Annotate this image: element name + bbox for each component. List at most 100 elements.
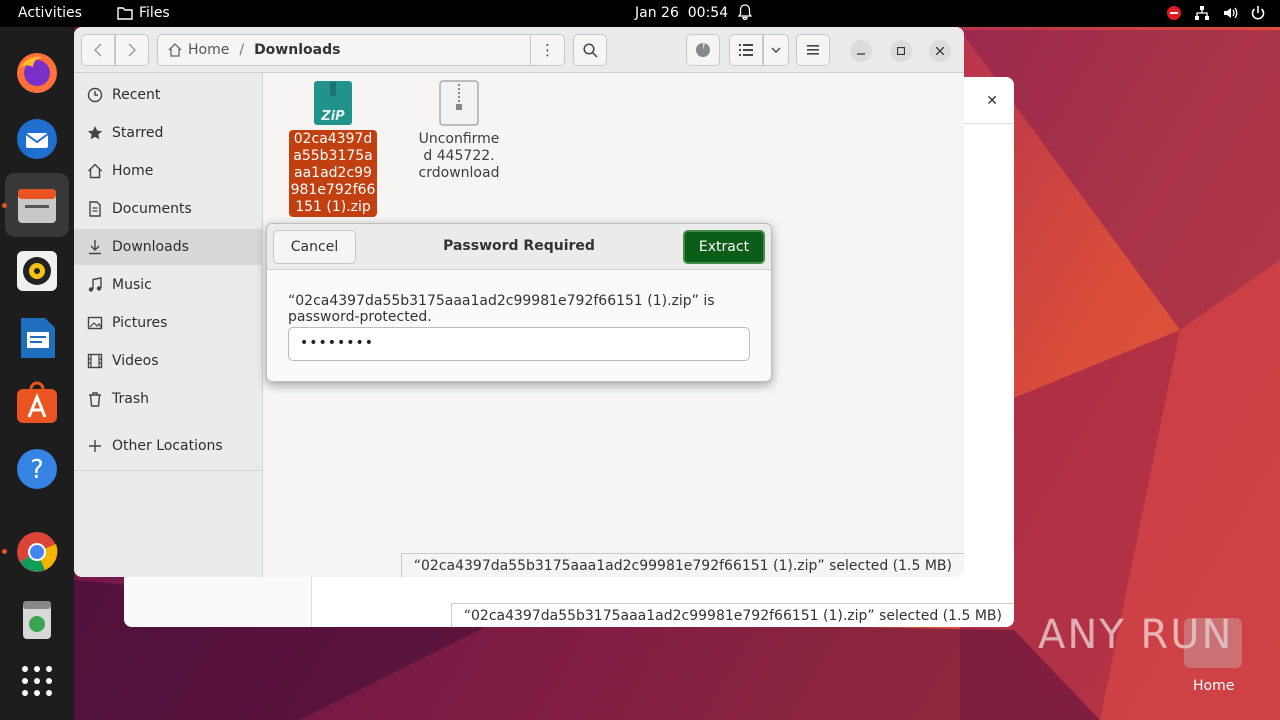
password-field[interactable]: •••••••• xyxy=(288,327,750,361)
app-menu[interactable]: Files xyxy=(117,5,170,21)
file-name-line: 02ca4397d xyxy=(293,131,373,147)
archive-file-icon xyxy=(439,80,479,126)
sidebar-item-pictures[interactable]: Pictures xyxy=(74,305,263,341)
file-name-line: 151 (1).zip xyxy=(295,199,371,215)
folder-icon xyxy=(117,7,133,20)
operations-button[interactable] xyxy=(686,34,720,66)
path-current[interactable]: Downloads xyxy=(254,42,340,58)
sidebar-item-label: Downloads xyxy=(112,239,189,255)
dialog-message: “02ca4397da55b3175aaa1ad2c99981e792f6615… xyxy=(288,293,715,325)
help-icon[interactable]: ? xyxy=(13,445,61,493)
sidebar-item-label: Starred xyxy=(112,125,164,141)
sidebar-item-other-locations[interactable]: Other Locations xyxy=(74,428,263,464)
file-item-crdownload[interactable]: Unconfirme d 445722. crdownload xyxy=(413,80,505,183)
view-options-button[interactable] xyxy=(763,34,789,66)
path-divider xyxy=(530,35,531,65)
cancel-button[interactable]: Cancel xyxy=(273,230,356,264)
rhythmbox-icon[interactable] xyxy=(13,247,61,295)
zip-archive-icon: ZiP xyxy=(314,81,352,125)
main-menu-button[interactable] xyxy=(796,34,830,66)
firefox-icon[interactable] xyxy=(13,49,61,97)
zip-badge: ZiP xyxy=(320,109,345,124)
running-indicator xyxy=(2,203,7,208)
extract-button[interactable]: Extract xyxy=(683,230,765,264)
sidebar-item-label: Videos xyxy=(112,353,159,369)
do-not-disturb-icon[interactable] xyxy=(1166,5,1182,21)
file-name-line: Unconfirme xyxy=(418,131,500,147)
svg-text:?: ? xyxy=(30,455,44,485)
chevron-right-icon xyxy=(128,43,136,57)
forward-button[interactable] xyxy=(115,34,149,66)
file-name-line: a55b3175a xyxy=(293,148,373,164)
system-tray[interactable] xyxy=(1166,5,1266,21)
clock[interactable]: Jan 26 00:54 xyxy=(635,5,728,21)
search-button[interactable] xyxy=(573,34,607,66)
home-icon xyxy=(74,163,112,179)
document-icon xyxy=(74,201,112,217)
path-home[interactable]: Home xyxy=(158,42,229,58)
sidebar-divider xyxy=(74,470,263,471)
music-icon xyxy=(74,277,112,293)
download-icon xyxy=(74,239,112,255)
desktop-home-label[interactable]: Home xyxy=(1193,678,1234,694)
sidebar-item-trash[interactable]: Trash xyxy=(74,381,263,417)
close-icon[interactable]: ✕ xyxy=(986,93,998,109)
list-view-icon xyxy=(739,44,753,56)
status-bar: “02ca4397da55b3175aaa1ad2c99981e792f6615… xyxy=(400,553,964,577)
close-icon xyxy=(936,47,944,55)
list-view-button[interactable] xyxy=(729,34,763,66)
network-icon[interactable] xyxy=(1194,5,1210,21)
sidebar-item-label: Recent xyxy=(112,87,161,103)
maximize-button[interactable] xyxy=(890,40,912,62)
video-icon xyxy=(74,353,112,369)
close-button[interactable] xyxy=(929,40,951,62)
header-bar: Home / Downloads ⋮ xyxy=(74,27,964,73)
sidebar: Recent Starred Home Documents Downloads … xyxy=(74,73,263,577)
power-icon[interactable] xyxy=(1250,5,1266,21)
star-icon xyxy=(74,125,112,141)
path-menu-icon[interactable]: ⋮ xyxy=(540,41,555,59)
sidebar-item-music[interactable]: Music xyxy=(74,267,263,303)
activities-button[interactable]: Activities xyxy=(18,5,82,21)
app-center-icon[interactable] xyxy=(13,379,61,427)
clock-date: Jan 26 xyxy=(635,5,679,21)
password-dialog: Password Required Cancel Extract “02ca43… xyxy=(266,223,772,382)
sidebar-item-recent[interactable]: Recent xyxy=(74,77,263,113)
chrome-icon[interactable] xyxy=(13,528,61,576)
sidebar-item-label: Music xyxy=(112,277,152,293)
path-bar[interactable]: Home / Downloads ⋮ xyxy=(157,34,565,66)
top-bar: Activities Files Jan 26 00:54 xyxy=(0,0,1280,27)
back-button[interactable] xyxy=(81,34,115,66)
sidebar-item-label: Documents xyxy=(112,201,192,217)
apps-grid-icon[interactable] xyxy=(13,657,61,705)
sidebar-item-label: Other Locations xyxy=(112,438,223,454)
notification-bell-icon[interactable] xyxy=(737,4,753,24)
sidebar-item-documents[interactable]: Documents xyxy=(74,191,263,227)
search-icon xyxy=(582,42,598,58)
file-name-line: d 445722. xyxy=(423,148,495,164)
clock-time: 00:54 xyxy=(687,5,729,21)
maximize-icon xyxy=(897,47,905,55)
picture-icon xyxy=(74,315,112,331)
trash-icon[interactable] xyxy=(13,595,61,643)
sidebar-item-label: Trash xyxy=(112,391,149,407)
dock: ? xyxy=(0,27,74,720)
writer-icon[interactable] xyxy=(13,314,61,362)
file-item-zip[interactable]: ZiP 02ca4397d a55b3175a aa1ad2c99 981e79… xyxy=(287,80,379,217)
sidebar-item-starred[interactable]: Starred xyxy=(74,115,263,151)
minimize-button[interactable] xyxy=(850,40,872,62)
file-name-line: 981e792f66 xyxy=(290,182,376,198)
path-home-label: Home xyxy=(188,42,230,58)
plus-icon xyxy=(74,439,112,453)
running-indicator xyxy=(2,549,7,554)
files-icon[interactable] xyxy=(13,181,61,229)
volume-icon[interactable] xyxy=(1222,5,1238,21)
home-icon xyxy=(168,43,182,57)
thunderbird-icon[interactable] xyxy=(13,115,61,163)
hamburger-icon xyxy=(807,45,819,55)
desktop-home-icon[interactable] xyxy=(1184,618,1242,668)
sidebar-item-home[interactable]: Home xyxy=(74,153,263,189)
sidebar-item-downloads[interactable]: Downloads xyxy=(74,229,263,265)
sidebar-item-videos[interactable]: Videos xyxy=(74,343,263,379)
app-menu-label: Files xyxy=(139,5,170,21)
